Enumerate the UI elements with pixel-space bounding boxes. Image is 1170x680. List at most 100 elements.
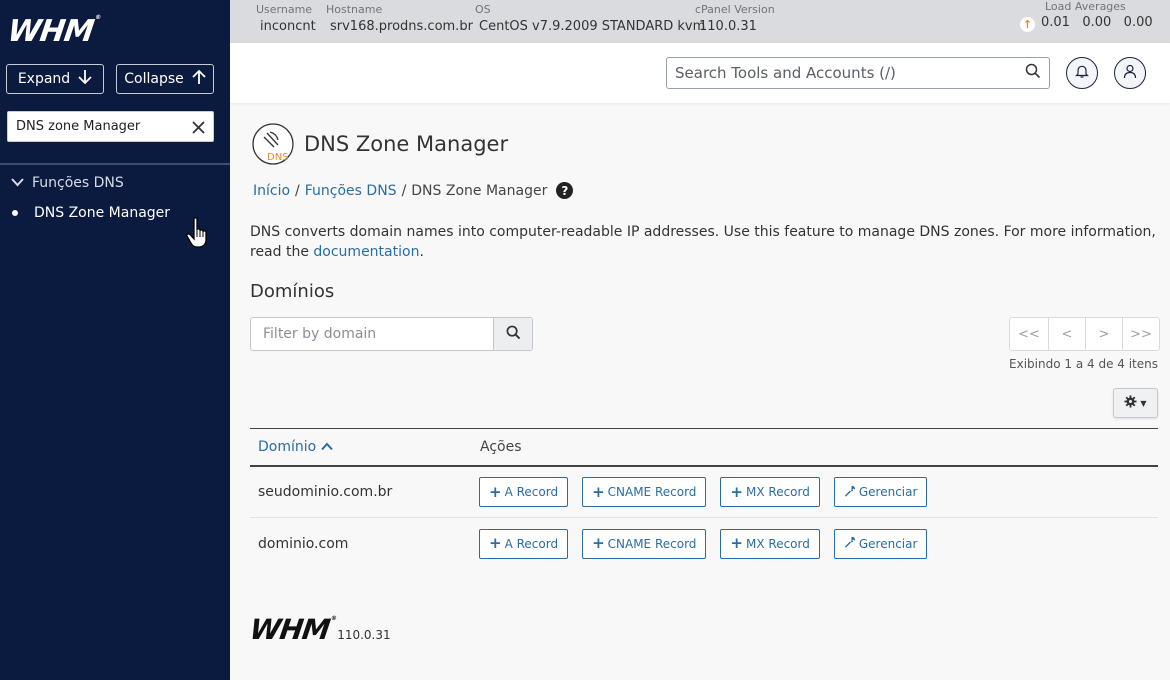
column-header-label: Domínio [258,439,317,455]
footer-logo-text: WHM [247,613,332,646]
pagination: << < > >> [1009,317,1160,351]
row-actions: + A Record + CNAME Record + MX Record Geren… [479,477,928,507]
expand-button[interactable]: Expand [6,64,104,94]
add-cname-record-button[interactable]: + CNAME Record [582,528,707,559]
notifications-button[interactable] [1066,57,1098,89]
breadcrumb-home-link[interactable]: Início [253,183,290,199]
column-header-actions: Ações [480,439,522,455]
arrow-down-icon [78,69,92,89]
domain-cell: dominio.com [258,535,349,552]
info-cpanel-version: cPanel Version 110.0.31 [695,3,775,34]
info-value: 110.0.31 [699,19,757,34]
add-cname-record-button[interactable]: + CNAME Record [582,477,707,507]
info-value: srv168.prodns.com.br [330,19,473,34]
tools-search-input[interactable] [675,64,1025,82]
help-icon[interactable]: ? [556,182,574,199]
search-icon[interactable] [1025,63,1041,83]
add-a-record-button[interactable]: + A Record [479,528,569,559]
info-username: Username inconcnt [256,3,316,34]
wrench-icon [844,485,856,500]
info-hostname: Hostname srv168.prodns.com.br [326,3,473,34]
domain-cell: seudominio.com.br [258,484,393,500]
add-mx-record-button[interactable]: + MX Record [720,477,820,507]
table-row: dominio.com + A Record + CNAME Record + MX … [250,518,1158,569]
sidebar: WHM® Expand Collapse DNS zone Manager Fu… [0,0,230,680]
info-load-averages: Load Averages ↑ 0.01 0.00 0.00 [1020,0,1153,32]
whm-logo[interactable]: WHM® [6,14,101,49]
plus-icon: + [592,482,605,501]
filter-search-button[interactable] [493,318,532,350]
bullet-icon [12,210,18,216]
button-label: Gerenciar [858,536,918,551]
add-a-record-button[interactable]: + A Record [479,477,569,507]
button-label: MX Record [746,536,810,551]
tools-search[interactable] [666,57,1050,89]
page-description: DNS converts domain names into computer-… [250,222,1160,262]
table-row: seudominio.com.br + A Record + CNAME Recor… [250,467,1158,518]
hand-cursor-icon [186,216,212,254]
row-actions: + A Record + CNAME Record + MX Record Geren… [479,528,928,559]
pager-prev-button[interactable]: < [1048,318,1085,350]
button-label: A Record [504,485,559,499]
sidebar-group-label: Funções DNS [32,175,124,191]
expand-label: Expand [17,71,71,87]
plus-icon: + [730,482,743,501]
bell-icon [1075,64,1089,83]
manage-button[interactable]: Gerenciar [833,528,928,559]
plus-icon: + [730,534,743,552]
dns-icon-label: DNS [267,152,289,163]
footer: WHM® 110.0.31 [247,613,391,646]
user-icon [1123,64,1137,83]
dns-zone-manager-icon: DNS [250,123,296,165]
add-mx-record-button[interactable]: + MX Record [720,528,820,559]
sidebar-item-dns-zone-manager[interactable]: DNS Zone Manager [11,205,170,221]
user-menu-button[interactable] [1114,57,1146,89]
info-label: Load Averages [1045,0,1126,13]
pager-first-button[interactable]: << [1010,318,1048,350]
sidebar-search-input[interactable]: DNS zone Manager [7,111,214,142]
info-value: CentOS v7.9.2009 STANDARD kvm [479,19,706,34]
logo-text: WHM [5,14,96,49]
chevron-down-icon [11,176,24,190]
arrow-up-icon [192,69,206,89]
domains-table: Domínio Ações seudominio.com.br + A Recor… [250,428,1158,569]
plus-icon: + [592,534,605,552]
top-header [230,43,1170,103]
column-header-domain[interactable]: Domínio [250,439,480,455]
domain-filter [250,317,533,351]
pagination-summary: Exibindo 1 a 4 de 4 itens [1009,357,1158,371]
table-header: Domínio Ações [250,429,1158,467]
arrow-up-icon: ↑ [1020,17,1035,32]
clear-icon[interactable] [192,117,205,137]
gear-icon [1124,394,1137,412]
button-label: CNAME Record [607,536,697,551]
footer-whm-logo: WHM® [247,613,337,646]
button-label: CNAME Record [607,485,697,499]
plus-icon: + [489,482,502,501]
sidebar-group-funcoes-dns[interactable]: Funções DNS [11,175,124,191]
plus-icon: + [489,534,502,552]
collapse-button[interactable]: Collapse [116,64,214,94]
breadcrumb-current: DNS Zone Manager [411,182,548,199]
breadcrumb-funcoes-dns-link[interactable]: Funções DNS [305,183,397,199]
breadcrumb-separator: / [295,182,300,199]
sidebar-search-value: DNS zone Manager [16,119,141,134]
wrench-icon [844,536,856,551]
pager-next-button[interactable]: > [1085,318,1122,350]
breadcrumb-separator: / [401,182,407,199]
info-label: cPanel Version [695,3,775,16]
load-values: 0.01 0.00 0.00 [1041,15,1153,30]
button-label: Gerenciar [858,485,918,499]
sidebar-divider [0,163,230,165]
manage-button[interactable]: Gerenciar [833,477,928,507]
documentation-link[interactable]: documentation [313,244,419,260]
breadcrumb: Início / Funções DNS / DNS Zone Manager … [253,182,574,199]
domain-filter-input[interactable] [251,318,493,350]
page-header: DNS DNS Zone Manager [250,123,508,165]
button-label: MX Record [746,485,810,499]
sort-ascending-icon [320,439,333,455]
info-label: Hostname [326,3,383,16]
section-title: Domínios [250,281,335,302]
pager-last-button[interactable]: >> [1122,318,1159,350]
table-settings-button[interactable]: ▼ [1113,388,1158,418]
